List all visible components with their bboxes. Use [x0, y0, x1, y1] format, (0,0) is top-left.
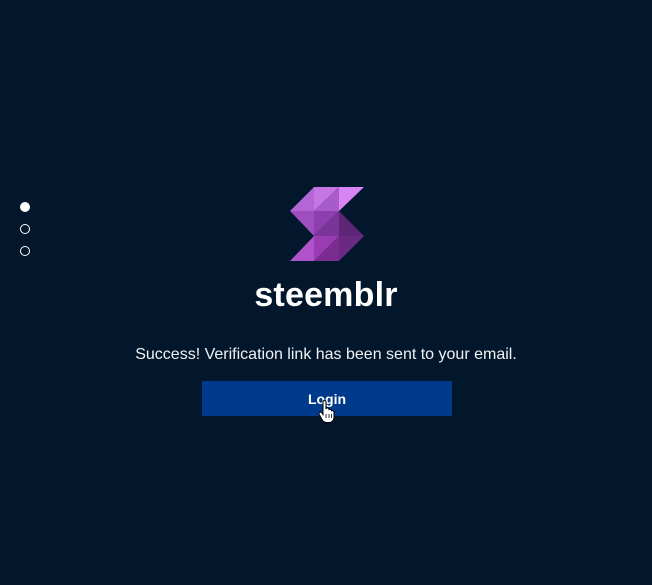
steemblr-logo-icon	[290, 187, 364, 261]
slide-pager	[20, 202, 30, 268]
pager-dot-1[interactable]	[20, 202, 30, 212]
pager-dot-3[interactable]	[20, 246, 30, 256]
hand-pointer-icon	[318, 400, 335, 423]
brand-name: steemblr	[254, 276, 398, 314]
pager-dot-2[interactable]	[20, 224, 30, 234]
success-message: Success! Verification link has been sent…	[135, 346, 517, 363]
